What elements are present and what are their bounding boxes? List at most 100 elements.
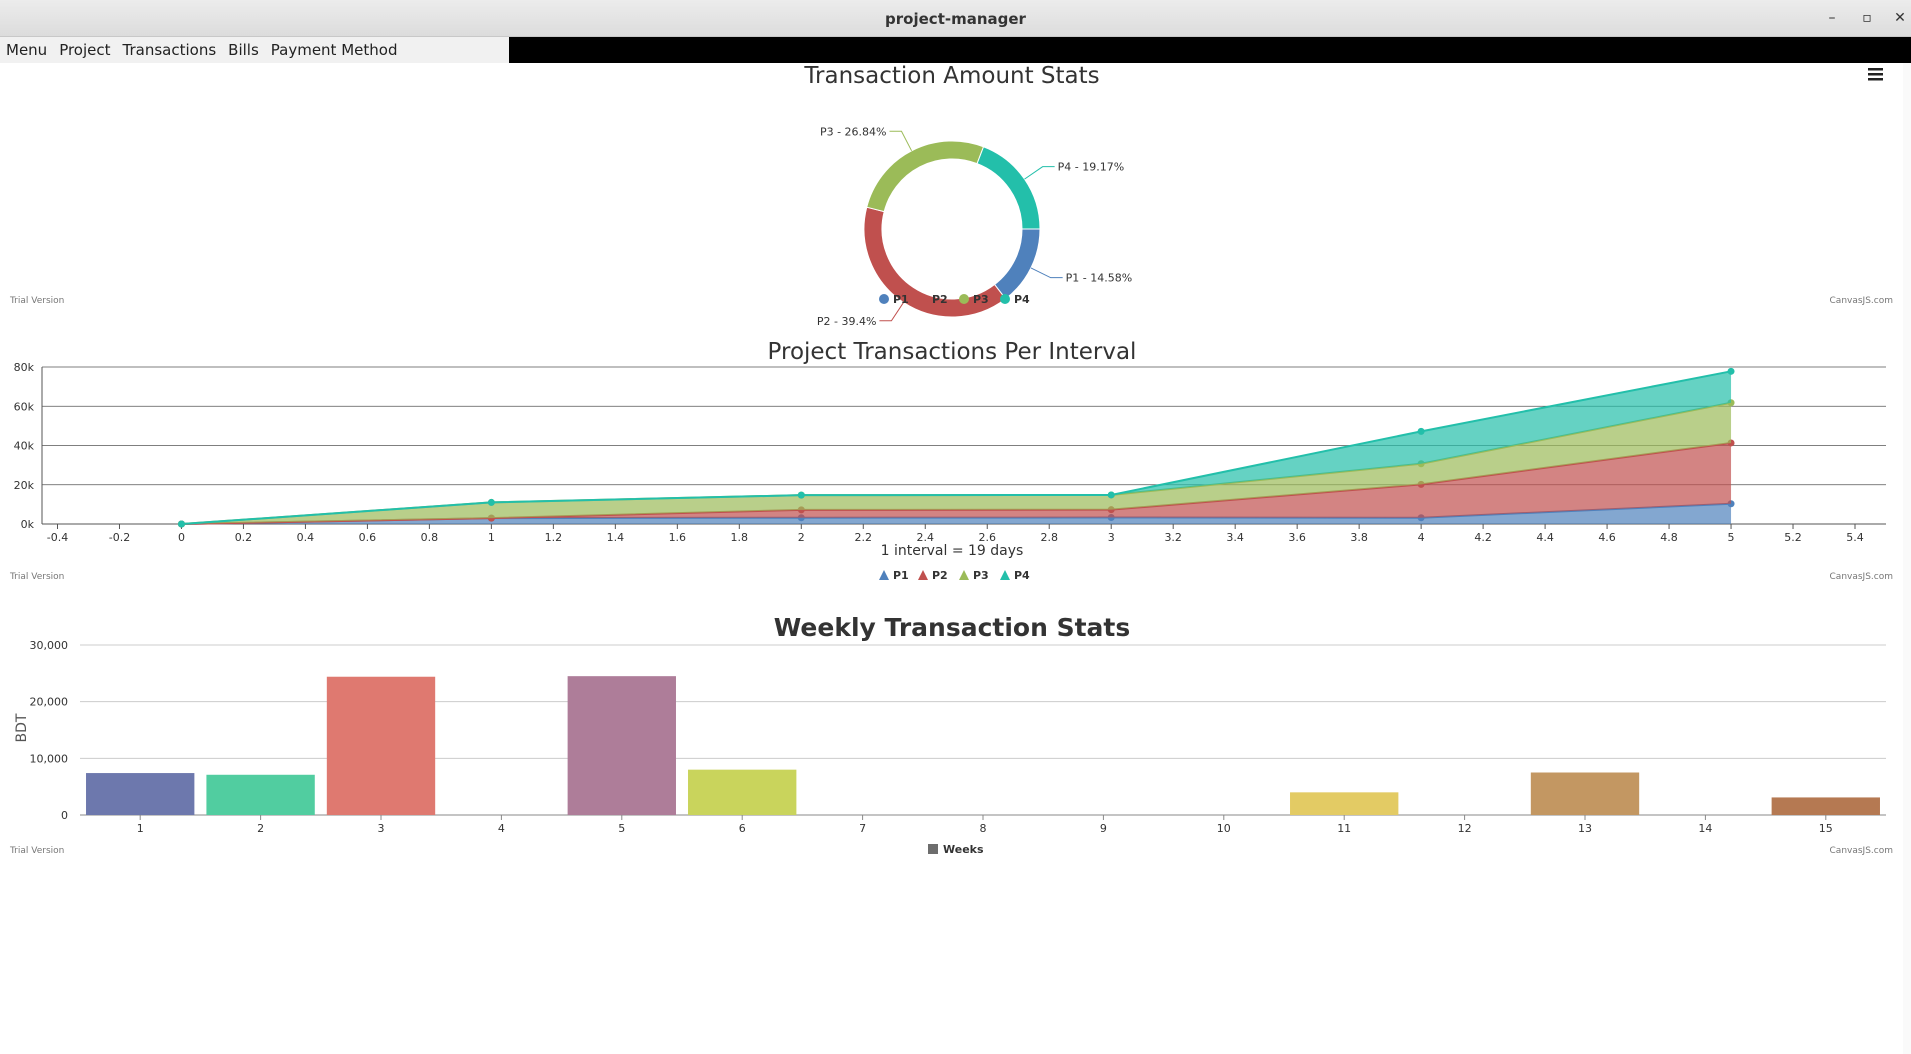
maximize-icon[interactable]: ▫ <box>1854 5 1880 31</box>
x-tick-label: 0.2 <box>235 531 253 544</box>
menu-item-bills[interactable]: Bills <box>222 37 265 63</box>
x-tick-label: 0.6 <box>359 531 377 544</box>
x-tick-label: 1.8 <box>731 531 749 544</box>
x-tick-label: 14 <box>1698 822 1712 835</box>
y-axis-label: BDT <box>14 713 30 742</box>
x-tick-label: 5 <box>1728 531 1735 544</box>
bar-week-15[interactable] <box>1771 797 1880 815</box>
x-tick-label: 4.2 <box>1474 531 1492 544</box>
x-tick-label: 4 <box>498 822 505 835</box>
menu-item-project[interactable]: Project <box>53 37 116 63</box>
legend-item-p2[interactable]: P2 <box>932 569 948 582</box>
x-tick-label: 3.8 <box>1350 531 1368 544</box>
x-tick-label: 1.2 <box>545 531 563 544</box>
y-tick-label: 0k <box>21 518 35 531</box>
window-title: project-manager <box>885 10 1026 28</box>
pie-slice-label: P2 - 39.4% <box>817 315 877 328</box>
data-point[interactable] <box>797 491 805 499</box>
bar-week-2[interactable] <box>206 774 315 815</box>
data-point[interactable] <box>1107 491 1115 499</box>
legend-item-weeks[interactable]: Weeks <box>943 843 984 856</box>
pie-leader-line <box>1024 166 1055 180</box>
pie-slice-label: P4 - 19.17% <box>1058 161 1125 174</box>
chart-title: Project Transactions Per Interval <box>768 339 1137 365</box>
x-tick-label: 5 <box>618 822 625 835</box>
pie-slice-label: P1 - 14.58% <box>1066 272 1133 285</box>
legend-item-p1[interactable]: P1 <box>893 293 909 306</box>
legend-marker[interactable] <box>1000 570 1010 580</box>
x-tick-label: -0.4 <box>47 531 68 544</box>
legend-marker[interactable] <box>959 570 969 580</box>
trial-version-watermark: Trial Version <box>9 296 64 306</box>
window-titlebar: project-manager – ▫ ✕ <box>0 0 1911 37</box>
legend-marker[interactable] <box>879 570 889 580</box>
pie-slice-p1[interactable] <box>993 228 1041 300</box>
y-tick-label: 60k <box>14 400 35 413</box>
x-tick-label: 5.2 <box>1784 531 1802 544</box>
data-point[interactable] <box>1417 427 1425 435</box>
x-tick-label: 6 <box>739 822 746 835</box>
legend-marker[interactable] <box>918 570 928 580</box>
legend-item-p3[interactable]: P3 <box>973 293 989 306</box>
x-tick-label: 7 <box>859 822 866 835</box>
bar-week-1[interactable] <box>86 773 195 815</box>
pie-leader-line <box>1030 267 1063 279</box>
x-tick-label: 4.4 <box>1536 531 1554 544</box>
data-point[interactable] <box>1727 367 1735 375</box>
x-tick-label: 10 <box>1217 822 1231 835</box>
menu-item-menu[interactable]: Menu <box>0 37 53 63</box>
pie-slice-p3[interactable] <box>866 140 985 213</box>
minimize-icon[interactable]: – <box>1819 5 1845 31</box>
x-tick-label: 3 <box>1108 531 1115 544</box>
hamburger-icon[interactable] <box>1868 68 1883 71</box>
canvasjs-credit: CanvasJS.com <box>1830 572 1893 582</box>
legend-item-p1[interactable]: P1 <box>893 569 909 582</box>
x-tick-label: 4 <box>1418 531 1425 544</box>
close-icon[interactable]: ✕ <box>1887 5 1911 31</box>
bar-week-13[interactable] <box>1530 772 1640 816</box>
bar-week-11[interactable] <box>1290 792 1399 815</box>
scrollbar[interactable] <box>1903 63 1911 1054</box>
x-tick-label: 3.6 <box>1288 531 1306 544</box>
x-tick-label: 1 <box>137 822 144 835</box>
menu-item-transactions[interactable]: Transactions <box>117 37 223 63</box>
legend-item-p2[interactable]: P2 <box>932 293 948 306</box>
hamburger-icon[interactable] <box>1868 73 1883 76</box>
pie-slice-label: P3 - 26.84% <box>820 125 887 138</box>
x-tick-label: 3 <box>378 822 385 835</box>
y-tick-label: 20k <box>14 479 35 492</box>
y-tick-label: 0 <box>61 809 68 822</box>
chart-title: Transaction Amount Stats <box>803 63 1099 89</box>
x-tick-label: 2 <box>257 822 264 835</box>
pie-slice-p4[interactable] <box>976 146 1041 230</box>
x-tick-label: 8 <box>980 822 987 835</box>
legend-item-p4[interactable]: P4 <box>1014 569 1030 582</box>
bar-week-5[interactable] <box>567 676 676 815</box>
y-tick-label: 80k <box>14 361 35 374</box>
x-tick-label: 2 <box>798 531 805 544</box>
data-point[interactable] <box>177 520 185 528</box>
trial-version-watermark: Trial Version <box>9 846 64 856</box>
legend-marker[interactable] <box>879 294 889 304</box>
legend-marker[interactable] <box>918 294 928 304</box>
x-tick-label: 3.4 <box>1226 531 1244 544</box>
x-tick-label: -0.2 <box>109 531 130 544</box>
pie-leader-line <box>889 130 913 152</box>
dashboard-content: Transaction Amount Stats P1 - 14.58% P2 - … <box>0 63 1911 1054</box>
hamburger-icon[interactable] <box>1868 78 1883 81</box>
legend-marker[interactable] <box>928 844 938 854</box>
legend-marker[interactable] <box>1000 294 1010 304</box>
canvasjs-credit: CanvasJS.com <box>1830 846 1893 856</box>
x-tick-label: 5.4 <box>1846 531 1864 544</box>
menu-item-payment-method[interactable]: Payment Method <box>265 37 404 63</box>
legend-item-p4[interactable]: P4 <box>1014 293 1030 306</box>
x-tick-label: 1.4 <box>607 531 625 544</box>
canvasjs-credit: CanvasJS.com <box>1830 296 1893 306</box>
bar-week-3[interactable] <box>326 676 436 815</box>
legend-item-p3[interactable]: P3 <box>973 569 989 582</box>
bar-week-6[interactable] <box>688 769 797 815</box>
data-point[interactable] <box>487 498 495 506</box>
x-tick-label: 2.2 <box>855 531 873 544</box>
legend-marker[interactable] <box>959 294 969 304</box>
y-tick-label: 20,000 <box>30 696 69 709</box>
